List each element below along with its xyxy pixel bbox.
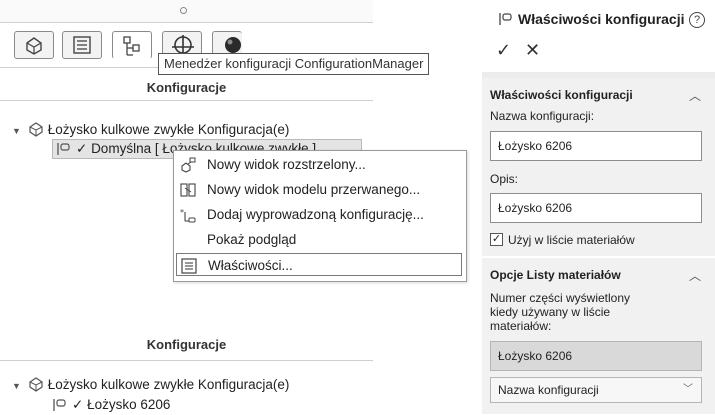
- tree-root-label: Łożysko kulkowe zwykłe Konfiguracja(e): [47, 122, 290, 137]
- property-manager-tab[interactable]: [62, 31, 102, 59]
- menu-item-label: Pokaż podgląd: [207, 232, 297, 247]
- menu-item-label: Właściwości...: [208, 258, 293, 273]
- configuration-icon: [53, 399, 66, 411]
- collapse-caret-icon[interactable]: ▼: [12, 121, 24, 141]
- feature-manager-tab[interactable]: [14, 31, 54, 59]
- section-title: Właściwości konfiguracji: [490, 88, 633, 102]
- cancel-button[interactable]: ✕: [525, 40, 540, 61]
- active-check-icon: ✓: [76, 141, 92, 156]
- menu-item-show-preview[interactable]: Pokaż podgląd: [176, 228, 462, 251]
- use-in-bom-label: Użyj w liście materiałów: [508, 233, 635, 247]
- collapse-chevron-icon[interactable]: ︿: [689, 87, 701, 104]
- tab-tooltip: Menedżer konfiguracji ConfigurationManag…: [158, 53, 430, 75]
- chevron-down-icon: ﹀: [683, 384, 693, 395]
- part-icon: [29, 122, 43, 137]
- panel-grip[interactable]: [0, 0, 373, 23]
- divider: [0, 100, 373, 101]
- collapse-caret-icon[interactable]: ▼: [12, 376, 24, 396]
- display-manager-icon: [225, 37, 241, 53]
- configurations-title: Konfiguracje: [146, 80, 227, 95]
- part-number-label: kiedy używany w liście: [490, 305, 611, 319]
- svg-text:*: *: [180, 208, 184, 217]
- use-in-bom-checkbox[interactable]: ✓: [490, 233, 503, 246]
- ok-button[interactable]: ✓: [496, 40, 511, 61]
- property-manager-title: Właściwości konfiguracji: [518, 11, 685, 27]
- context-menu: Nowy widok rozstrzelony... Nowy widok mo…: [173, 150, 467, 282]
- select-value: Nazwa konfiguracji: [498, 383, 599, 397]
- tree-root-item[interactable]: ▼ Łożysko kulkowe zwykłe Konfiguracja(e): [12, 120, 289, 140]
- configuration-manager-tab[interactable]: [112, 31, 152, 59]
- property-manager: Właściwości konfiguracji ? ✓ ✕ Właściwoś…: [482, 0, 715, 414]
- config-item-6206[interactable]: ✓ Łożysko 6206: [52, 395, 170, 415]
- divider: [0, 360, 373, 361]
- exploded-view-icon: [181, 157, 196, 173]
- properties-icon: [181, 258, 197, 274]
- section-title: Opcje Listy materiałów: [490, 268, 621, 282]
- menu-item-label: Nowy widok rozstrzelony...: [207, 157, 366, 172]
- bom-options-section: Opcje Listy materiałów ︿ Numer części wy…: [482, 258, 715, 414]
- menu-item-add-derived-config[interactable]: * Dodaj wyprowadzoną konfigurację...: [176, 203, 462, 226]
- dimxpert-manager-icon: [172, 35, 194, 55]
- configurations-title-bottom: Konfiguracje: [146, 337, 227, 352]
- config-name-input[interactable]: Łożysko 6206: [490, 131, 702, 161]
- part-number-field: Łożysko 6206: [490, 341, 702, 371]
- active-check-icon: ✓: [72, 397, 88, 412]
- menu-item-new-break-view[interactable]: Nowy widok modelu przerwanego...: [176, 178, 462, 201]
- config-label: Łożysko 6206: [87, 397, 171, 412]
- tree-root-item-bottom[interactable]: ▼ Łożysko kulkowe zwykłe Konfiguracja(e): [12, 375, 289, 395]
- configuration-icon: [57, 143, 70, 155]
- menu-item-new-exploded-view[interactable]: Nowy widok rozstrzelony...: [176, 153, 462, 176]
- part-number-label: materiałów:: [490, 319, 552, 333]
- description-label: Opis:: [490, 172, 519, 186]
- part-number-label: Numer części wyświetlony: [490, 291, 631, 305]
- config-properties-section: Właściwości konfiguracji ︿ Nazwa konfigu…: [482, 78, 715, 256]
- configuration-manager-icon: [123, 36, 140, 56]
- tree-root-label: Łożysko kulkowe zwykłe Konfiguracja(e): [47, 377, 290, 392]
- collapse-chevron-icon[interactable]: ︿: [689, 267, 701, 284]
- config-name-label: Nazwa konfiguracji:: [490, 109, 595, 123]
- part-icon: [29, 377, 43, 392]
- description-input[interactable]: Łożysko 6206: [490, 193, 702, 223]
- configuration-icon: [499, 13, 512, 25]
- menu-item-properties[interactable]: Właściwości...: [176, 253, 462, 276]
- derived-config-icon: *: [180, 208, 196, 223]
- feature-manager-icon: [26, 37, 42, 55]
- part-number-source-select[interactable]: Nazwa konfiguracji ﹀: [490, 377, 702, 403]
- break-view-icon: [180, 183, 196, 197]
- help-icon[interactable]: ?: [689, 10, 705, 28]
- property-manager-icon: [73, 36, 91, 54]
- menu-item-label: Dodaj wyprowadzoną konfigurację...: [207, 207, 424, 222]
- menu-item-label: Nowy widok modelu przerwanego...: [207, 182, 421, 197]
